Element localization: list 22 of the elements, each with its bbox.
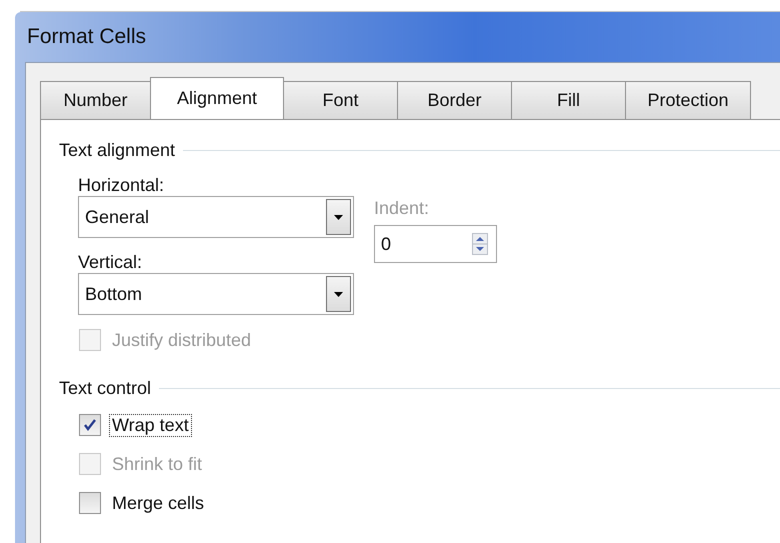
tab[interactable]: Number <box>40 81 151 119</box>
tab[interactable]: Font <box>283 81 398 119</box>
window-title: Format Cells <box>27 25 146 49</box>
tab[interactable]: Protection <box>625 81 751 119</box>
field-label: Horizontal: <box>78 175 166 196</box>
caret-icon <box>334 214 343 220</box>
checkbox-label[interactable]: Merge cells <box>109 492 208 514</box>
group-title: Text control <box>59 378 152 399</box>
field-label: Indent: <box>374 198 430 219</box>
tab[interactable]: Alignment <box>150 77 284 119</box>
tab[interactable]: Fill <box>511 81 626 119</box>
tab[interactable]: Border <box>397 81 512 119</box>
dropdown[interactable]: Bottom <box>78 273 354 315</box>
check-icon <box>83 418 97 432</box>
group-title: Text alignment <box>59 140 176 161</box>
dropdown[interactable]: General <box>78 196 354 238</box>
field-label: Vertical: <box>78 252 144 273</box>
checkbox[interactable] <box>79 414 101 436</box>
checkbox[interactable] <box>79 492 101 514</box>
checkbox-label[interactable]: Wrap text <box>109 414 192 436</box>
spin-arrows-icon[interactable] <box>472 233 488 255</box>
caret-icon <box>334 292 343 296</box>
